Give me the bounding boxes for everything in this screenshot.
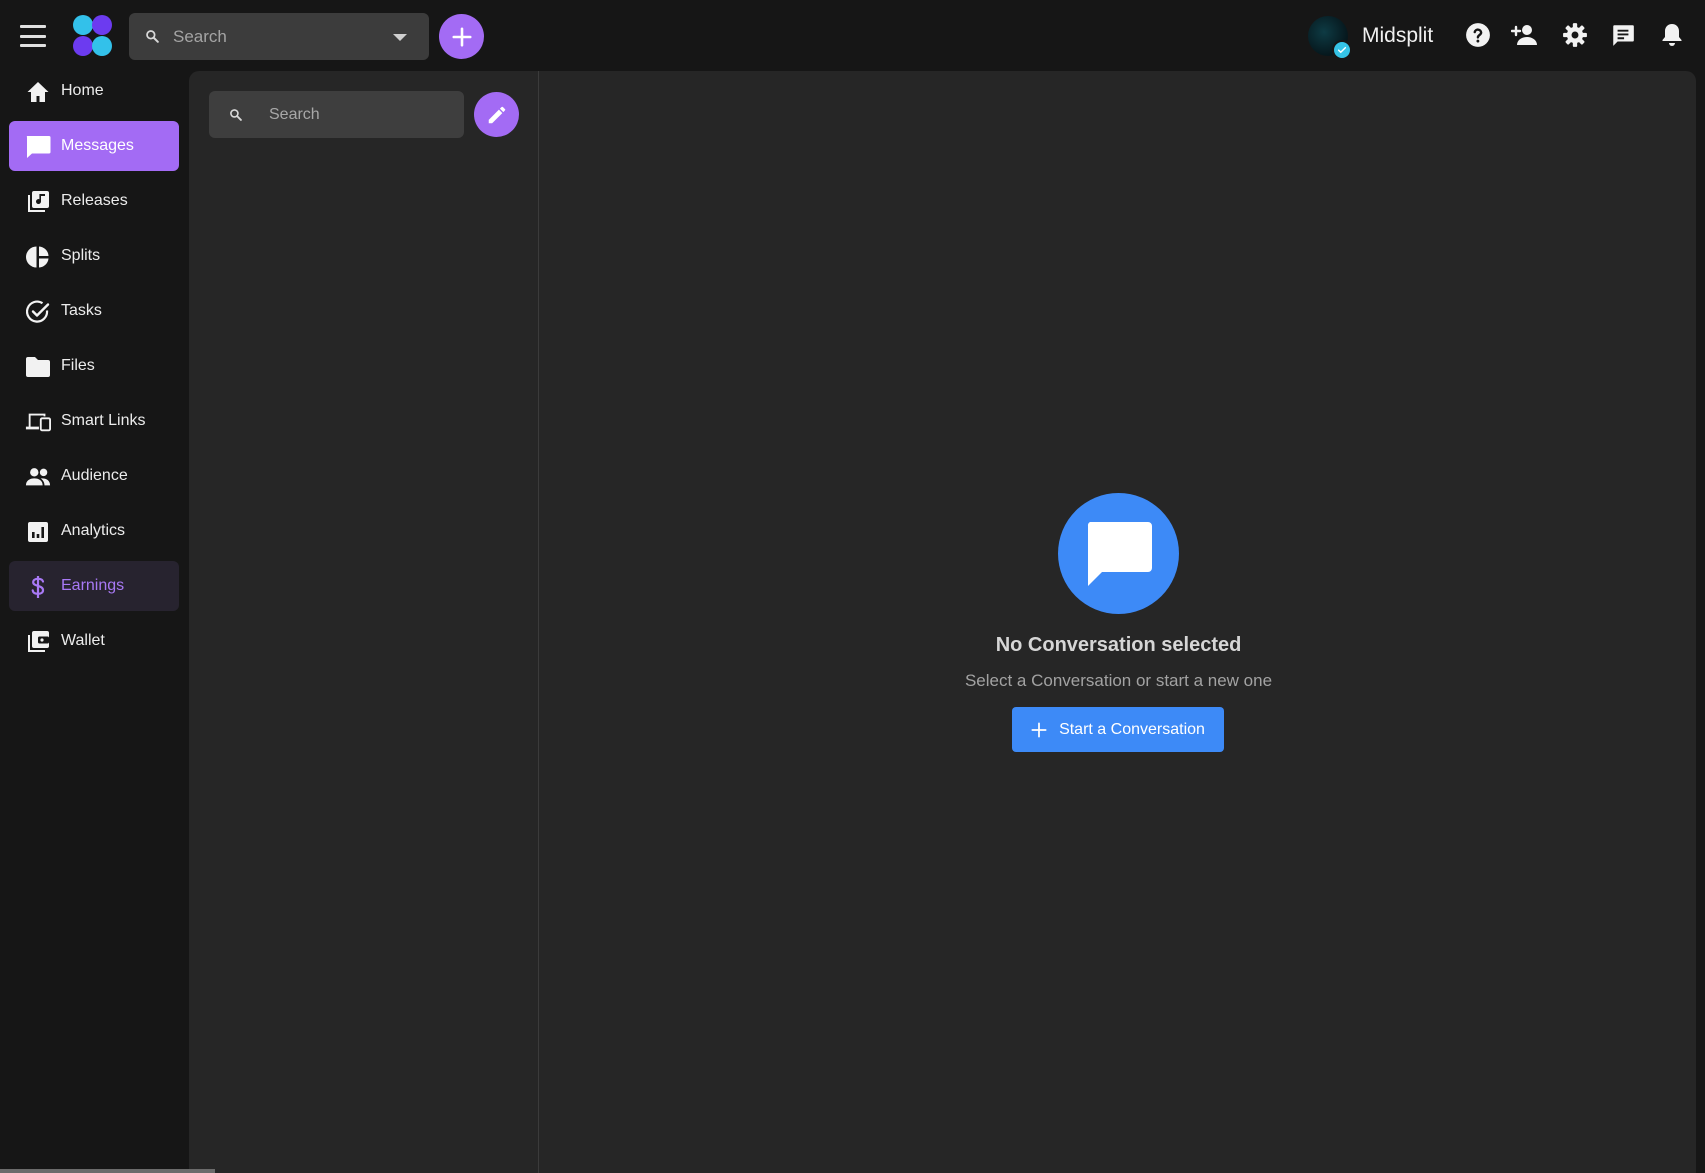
app-logo[interactable] [70,14,118,58]
sidebar-item-smart-links[interactable]: Smart Links [9,396,179,446]
sidebar-item-label: Messages [61,137,134,154]
wallet-icon [25,629,51,655]
search-icon [230,109,242,121]
search-icon [146,30,159,43]
avatar[interactable] [1308,16,1352,60]
sidebar-item-wallet[interactable]: Wallet [9,616,179,666]
chevron-down-icon[interactable] [393,34,407,41]
add-user-icon[interactable] [1510,20,1540,50]
music-library-icon [25,189,51,215]
sidebar-item-audience[interactable]: Audience [9,451,179,501]
bar-chart-icon [25,519,51,545]
conversation-search[interactable] [209,91,464,138]
sidebar-item-label: Home [61,82,104,99]
top-bar: Midsplit [0,0,1705,72]
start-conversation-label: Start a Conversation [1059,720,1205,738]
sidebar-item-label: Smart Links [61,412,146,429]
help-icon[interactable] [1463,20,1493,50]
sidebar-item-label: Earnings [61,577,125,594]
empty-state-subtitle: Select a Conversation or start a new one [964,671,1273,690]
gear-icon[interactable] [1560,20,1590,50]
sidebar-item-releases[interactable]: Releases [9,176,179,226]
sidebar-item-label: Splits [61,247,101,264]
start-conversation-button[interactable]: Start a Conversation [1012,707,1224,752]
app-window: Midsplit [0,0,1705,1173]
devices-icon [25,409,51,435]
bell-icon[interactable] [1657,20,1687,50]
pencil-icon [488,106,505,123]
people-icon [25,464,51,490]
plus-icon [1031,721,1047,738]
sidebar-item-tasks[interactable]: Tasks [9,286,179,336]
profile-menu[interactable]: Midsplit [1308,14,1434,60]
pie-chart-icon [25,244,51,270]
empty-conversation-state: No Conversation selected Select a Conver… [539,71,1696,1173]
sidebar-item-files[interactable]: Files [9,341,179,391]
dollar-icon [25,574,51,600]
empty-state-title: No Conversation selected [995,634,1242,656]
global-search[interactable] [129,13,429,60]
plus-icon [451,26,472,47]
sidebar-item-earnings[interactable]: Earnings [9,561,179,611]
home-icon [25,79,51,105]
sidebar-item-label: Releases [61,192,128,209]
chat-icon[interactable] [1608,20,1638,50]
sidebar-item-home[interactable]: Home [9,66,179,116]
sidebar-item-analytics[interactable]: Analytics [9,506,179,556]
scrollbar[interactable] [0,1169,215,1173]
messages-panel: No Conversation selected Select a Conver… [189,71,1696,1173]
check-circle-icon [25,299,51,325]
sidebar-item-label: Tasks [61,302,102,319]
chat-bubble-icon [25,134,51,160]
sidebar-item-label: Analytics [61,522,126,539]
menu-icon[interactable] [18,22,48,50]
compose-message-button[interactable] [474,92,519,137]
sidebar-item-label: Wallet [61,632,105,649]
create-button[interactable] [439,14,484,59]
sidebar-item-messages[interactable]: Messages [9,121,179,171]
chat-bubble-icon [1058,493,1179,614]
global-search-input[interactable] [173,13,373,60]
profile-name: Midsplit [1362,24,1434,47]
folder-icon [25,354,51,380]
sidebar-item-label: Files [61,357,95,374]
verified-badge-icon [1332,40,1352,60]
conversation-search-input[interactable] [269,91,449,138]
sidebar-item-label: Audience [61,467,128,484]
conversation-list [189,71,539,1173]
sidebar-item-splits[interactable]: Splits [9,231,179,281]
